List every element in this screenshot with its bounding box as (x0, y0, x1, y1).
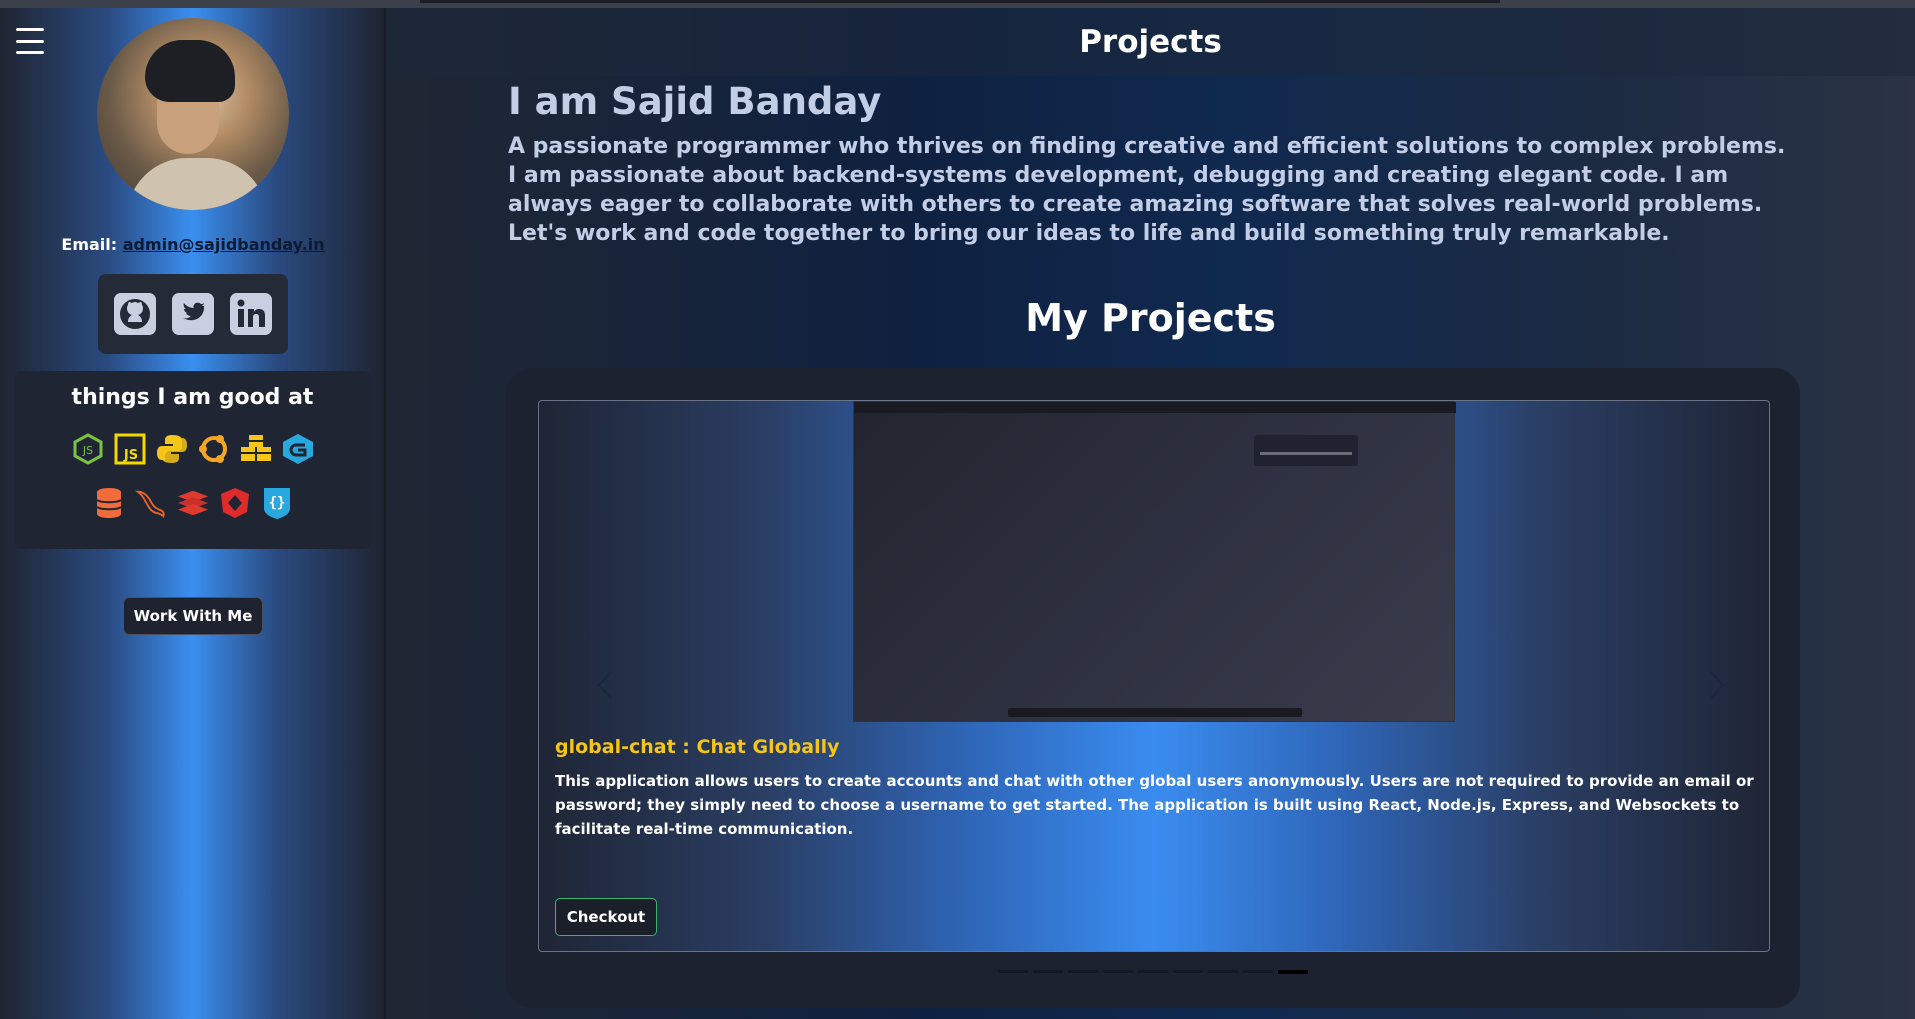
email-label: Email: (61, 235, 118, 254)
avatar (97, 18, 289, 210)
checkout-button[interactable]: Checkout (555, 898, 657, 936)
carousel-indicator[interactable] (1173, 970, 1203, 973)
twitter-icon[interactable] (171, 292, 215, 336)
go-icon (281, 431, 315, 467)
database-icon (92, 485, 126, 521)
nestjs-icon (218, 485, 252, 521)
carousel-indicator[interactable] (1068, 970, 1098, 973)
ubuntu-icon (197, 431, 231, 467)
email-link[interactable]: admin@sajidbanday.in (123, 235, 325, 254)
project-card: global-chat : Chat Globally This applica… (538, 400, 1770, 952)
main-content: Projects I am Sajid Banday A passionate … (386, 8, 1915, 1019)
github-icon[interactable] (113, 292, 157, 336)
skills-row: JS JS (14, 431, 371, 467)
nodejs-icon: JS (71, 431, 105, 467)
email-line: Email: admin@sajidbanday.in (0, 235, 386, 254)
carousel-indicator[interactable] (1208, 970, 1238, 973)
chevron-right-icon (1710, 671, 1725, 699)
carousel-indicator[interactable] (1103, 970, 1133, 973)
carousel-indicator-active[interactable] (1278, 970, 1308, 974)
projects-title: My Projects (1025, 296, 1276, 340)
hamburger-icon[interactable] (16, 28, 44, 54)
packages-icon (239, 431, 273, 467)
skills-panel: things I am good at JS JS {} (14, 371, 371, 549)
page-title: Projects (386, 8, 1915, 76)
work-with-me-button[interactable]: Work With Me (123, 597, 263, 635)
svg-text:JS: JS (81, 444, 92, 457)
sidebar: Email: admin@sajidbanday.in things I am … (0, 8, 386, 1019)
screenshot-browser-bar (854, 402, 1456, 413)
intro-text: A passionate programmer who thrives on f… (508, 134, 1786, 246)
carousel-next-button[interactable] (1703, 667, 1731, 703)
carousel-indicators (506, 970, 1800, 974)
intro-title: I am Sajid Banday (508, 80, 882, 123)
redis-icon (176, 485, 210, 521)
project-title: global-chat : Chat Globally (555, 736, 840, 758)
python-icon (155, 431, 189, 467)
screenshot-message-input (1008, 708, 1302, 717)
mysql-icon (134, 485, 168, 521)
projects-carousel: global-chat : Chat Globally This applica… (506, 368, 1800, 1008)
avatar-hair (145, 40, 235, 102)
skills-title: things I am good at (71, 385, 314, 410)
carousel-indicator[interactable] (1033, 970, 1063, 973)
hamburger-line (16, 39, 44, 43)
project-description: This application allows users to create … (555, 772, 1754, 838)
hamburger-line (16, 51, 44, 54)
javascript-icon: JS (113, 431, 147, 467)
browser-top-strip (0, 0, 1915, 8)
project-screenshot (853, 401, 1456, 722)
carousel-indicator[interactable] (1243, 970, 1273, 973)
json-icon: {} (260, 485, 294, 521)
svg-text:{}: {} (268, 495, 285, 511)
hamburger-line (16, 28, 44, 31)
carousel-prev-button[interactable] (591, 667, 619, 703)
skills-row: {} (14, 485, 371, 521)
carousel-indicator[interactable] (998, 970, 1028, 973)
social-links (98, 274, 288, 354)
linkedin-icon[interactable] (229, 292, 273, 336)
carousel-indicator[interactable] (1138, 970, 1168, 973)
svg-text:JS: JS (122, 448, 137, 463)
chevron-left-icon (597, 671, 612, 699)
screenshot-chat-bubble (1254, 435, 1358, 466)
scroll-indicator (420, 0, 1500, 3)
avatar-shirt (127, 158, 267, 210)
